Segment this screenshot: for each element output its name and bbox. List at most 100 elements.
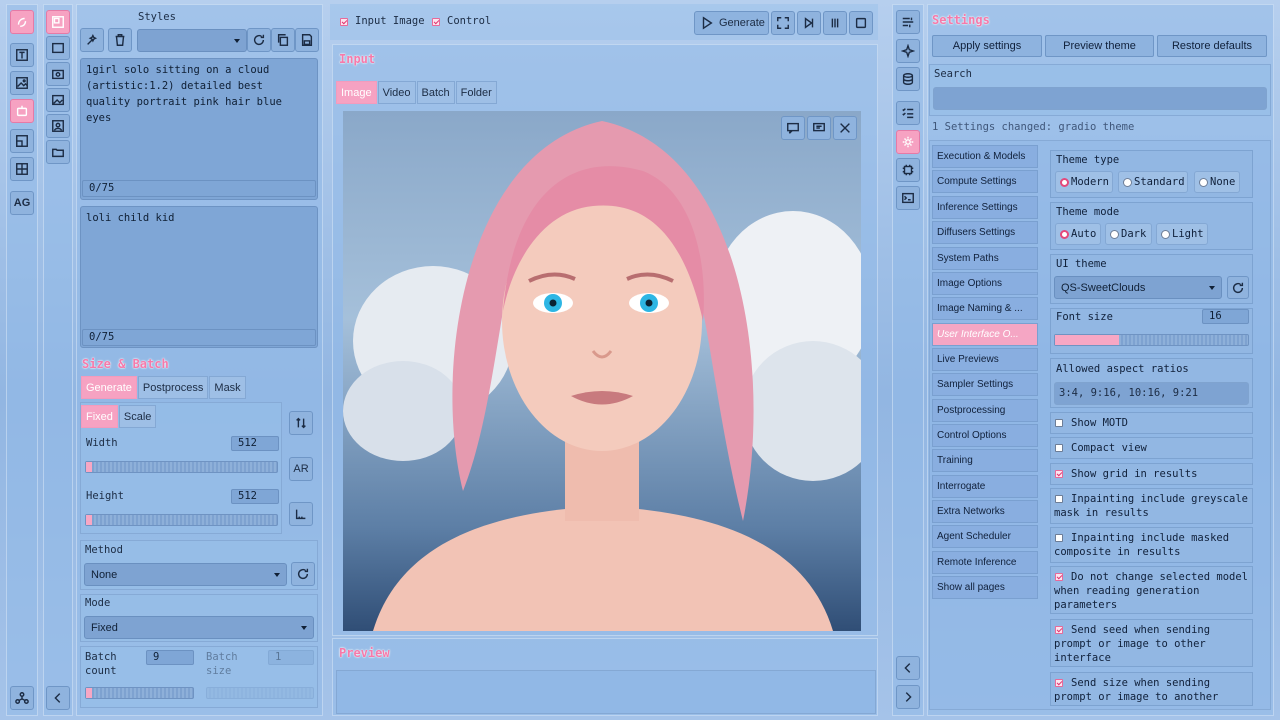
chip-icon[interactable] (896, 158, 920, 182)
settings-nav-item[interactable]: Control Options (932, 424, 1038, 447)
settings-nav-item[interactable]: Training (932, 449, 1038, 472)
settings-nav-item[interactable]: Execution & Models (932, 145, 1038, 168)
delete-style-icon[interactable] (108, 28, 132, 52)
folder-icon[interactable] (46, 140, 70, 164)
ag-button[interactable]: AG (10, 191, 34, 215)
clear-image-icon[interactable] (833, 116, 857, 140)
styles-dropdown[interactable] (137, 29, 247, 52)
theme-mode-light[interactable]: Light (1156, 223, 1208, 245)
tab-fixed[interactable]: Fixed (81, 405, 118, 428)
tab-batch[interactable]: Batch (416, 81, 455, 104)
apply-style-icon[interactable] (80, 28, 104, 52)
reprocess-icon[interactable] (771, 11, 795, 35)
method-dropdown[interactable]: None (84, 563, 287, 586)
checklist-icon[interactable] (896, 101, 920, 125)
settings-nav-item[interactable]: Interrogate (932, 475, 1038, 498)
tab-scale[interactable]: Scale (118, 405, 157, 428)
settings-nav-item[interactable]: Extra Networks (932, 500, 1038, 523)
tab-video[interactable]: Video (377, 81, 416, 104)
settings-nav-item[interactable]: Compute Settings (932, 170, 1038, 193)
user-icon[interactable] (46, 114, 70, 138)
font-size-slider[interactable] (1054, 334, 1249, 346)
theme-mode-auto[interactable]: Auto (1055, 223, 1101, 245)
collapse-left-icon[interactable] (46, 686, 70, 710)
database-icon[interactable] (896, 67, 920, 91)
swap-dimensions-icon[interactable] (289, 411, 313, 435)
settings-nav-item[interactable]: System Paths (932, 247, 1038, 270)
batch-size-slider[interactable] (206, 687, 314, 699)
settings-nav-item[interactable]: Inference Settings (932, 196, 1038, 219)
settings-nav-item[interactable]: Show all pages (932, 576, 1038, 599)
interrogate-icon[interactable] (807, 116, 831, 140)
tab-folder[interactable]: Folder (455, 81, 497, 104)
skip-icon[interactable] (797, 11, 821, 35)
height-value[interactable]: 512 (231, 489, 279, 504)
settings-nav-item[interactable]: Agent Scheduler (932, 525, 1038, 548)
network-pages-icon[interactable] (46, 10, 70, 34)
mode-dropdown[interactable]: Fixed (84, 616, 314, 639)
theme-type-none[interactable]: None (1194, 171, 1240, 193)
settings-nav-item[interactable]: Remote Inference (932, 551, 1038, 574)
refresh-method-icon[interactable] (291, 562, 315, 586)
font-size-value[interactable]: 16 (1202, 309, 1249, 324)
pause-icon[interactable] (823, 11, 847, 35)
width-value[interactable]: 512 (231, 436, 279, 451)
text-icon[interactable] (10, 43, 34, 67)
apply-settings-button[interactable]: Apply settings (932, 35, 1042, 57)
layout-icon[interactable] (10, 157, 34, 181)
control-icon[interactable] (10, 129, 34, 153)
input-image-checkbox[interactable] (340, 18, 348, 26)
batch-count-value[interactable]: 9 (146, 650, 194, 665)
robot-icon[interactable] (10, 99, 34, 123)
logo-icon[interactable] (10, 10, 34, 34)
control-checkbox[interactable] (432, 18, 440, 26)
input-image[interactable] (343, 111, 861, 631)
ui-theme-dropdown[interactable]: QS-SweetClouds (1054, 276, 1222, 299)
gallery-icon[interactable] (46, 88, 70, 112)
settings-list-icon[interactable] (896, 10, 920, 34)
refresh-styles-icon[interactable] (247, 28, 271, 52)
network-icon[interactable] (10, 686, 34, 710)
expand-settings-icon[interactable] (896, 685, 920, 709)
image-icon[interactable] (10, 71, 34, 95)
save-style-icon[interactable] (295, 28, 319, 52)
batch-count-slider[interactable] (85, 687, 194, 699)
prompt-textarea[interactable]: 1girl solo sitting on a cloud (artistic:… (80, 58, 318, 200)
caption-icon[interactable] (781, 116, 805, 140)
tab-mask[interactable]: Mask (209, 376, 246, 399)
sparkle-icon[interactable] (896, 39, 920, 63)
settings-nav-item[interactable]: Diffusers Settings (932, 221, 1038, 244)
generate-button[interactable]: Generate (694, 11, 769, 35)
camera-icon[interactable] (46, 62, 70, 86)
width-slider[interactable] (85, 461, 278, 473)
restore-defaults-button[interactable]: Restore defaults (1157, 35, 1267, 57)
settings-nav-item[interactable]: Live Previews (932, 348, 1038, 371)
terminal-icon[interactable] (896, 186, 920, 210)
settings-nav-item[interactable]: Postprocessing (932, 399, 1038, 422)
collapse-settings-icon[interactable] (896, 656, 920, 680)
copy-style-icon[interactable] (271, 28, 295, 52)
refresh-theme-icon[interactable] (1227, 276, 1249, 299)
extra-networks-icon[interactable] (46, 36, 70, 60)
batch-size-value[interactable]: 1 (268, 650, 314, 665)
aspect-ratio-button[interactable]: AR (289, 457, 313, 481)
width-label: Width (86, 437, 118, 449)
gear-icon[interactable] (896, 130, 920, 154)
search-input[interactable] (933, 87, 1267, 110)
settings-nav-item[interactable]: Image Options (932, 272, 1038, 295)
negative-prompt-textarea[interactable]: loli child kid (80, 206, 318, 348)
theme-type-standard[interactable]: Standard (1118, 171, 1188, 193)
settings-nav-item[interactable]: Sampler Settings (932, 373, 1038, 396)
aspect-ratios-input[interactable]: 3:4, 9:16, 10:16, 9:21 (1054, 382, 1249, 405)
settings-nav-item[interactable]: Image Naming & ... (932, 297, 1038, 320)
stop-icon[interactable] (849, 11, 873, 35)
height-slider[interactable] (85, 514, 278, 526)
tab-image[interactable]: Image (336, 81, 377, 104)
tab-postprocess[interactable]: Postprocess (137, 376, 209, 399)
tab-generate[interactable]: Generate (81, 376, 137, 399)
settings-nav-item[interactable]: User Interface O... (932, 323, 1038, 346)
theme-type-modern[interactable]: Modern (1055, 171, 1113, 193)
ruler-icon[interactable] (289, 502, 313, 526)
preview-theme-button[interactable]: Preview theme (1045, 35, 1154, 57)
theme-mode-dark[interactable]: Dark (1105, 223, 1152, 245)
